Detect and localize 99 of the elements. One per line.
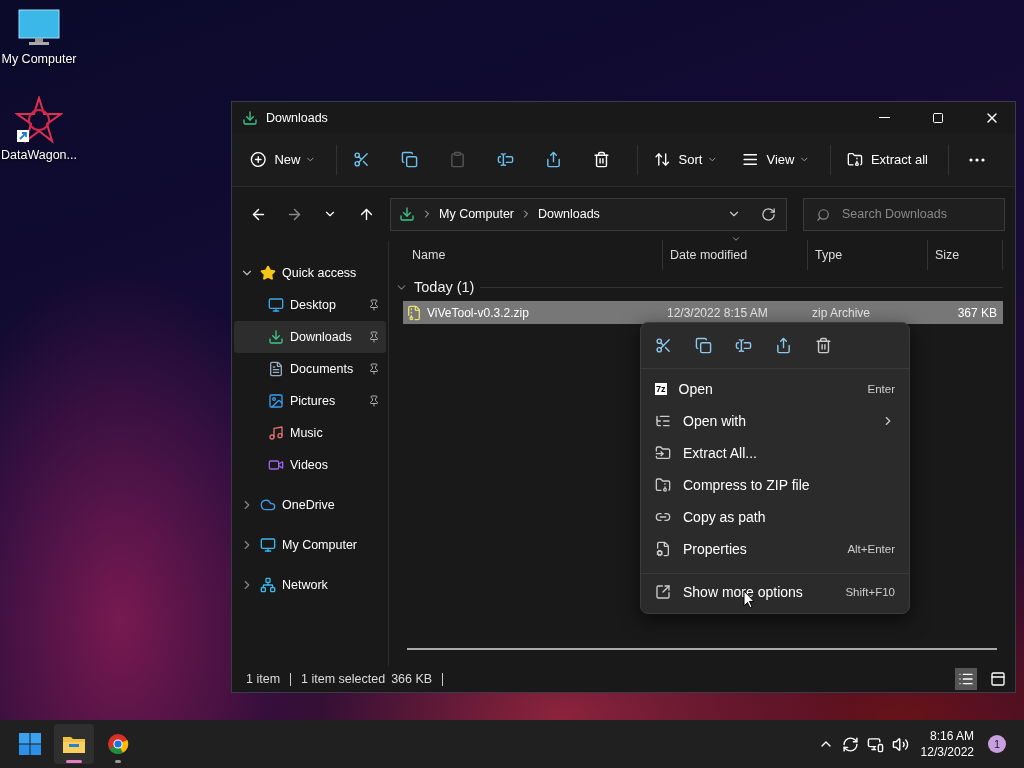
zip-file-icon: [406, 304, 422, 321]
sort-caret-icon: [731, 234, 741, 244]
pin-icon[interactable]: [368, 331, 380, 343]
clock[interactable]: 8:16 AM 12/3/2022: [920, 728, 974, 760]
lines-icon: [742, 151, 759, 168]
file-type: zip Archive: [811, 305, 872, 320]
music-icon: [268, 425, 284, 441]
archive-app-icon: 7z: [655, 383, 667, 395]
scissors-icon: [654, 337, 672, 354]
address-bar[interactable]: My Computer Downloads: [390, 197, 787, 231]
minimize-icon: [878, 117, 890, 118]
pin-icon[interactable]: [368, 363, 380, 375]
menu-item[interactable]: Compress to ZIP file: [641, 469, 909, 501]
group-header[interactable]: Today (1): [414, 279, 475, 295]
clipboard-icon: [449, 151, 467, 168]
file-explorer-button[interactable]: [54, 724, 94, 764]
menu-item[interactable]: 7z Open Enter: [641, 373, 909, 405]
breadcrumb[interactable]: Downloads: [538, 207, 600, 221]
picture-icon: [268, 393, 284, 409]
file-row[interactable]: ViVeTool-v0.3.2.zip 12/3/2022 8:15 AM zip Archive 367 KB: [403, 301, 1003, 324]
sidebar-item[interactable]: Documents: [234, 353, 386, 385]
network-icon[interactable]: [866, 735, 884, 753]
browser-icon: [107, 733, 129, 755]
extract-all-button[interactable]: Extract all: [839, 142, 936, 177]
column-header[interactable]: Date modified: [663, 240, 808, 270]
copy-icon: [401, 151, 419, 168]
column-header[interactable]: Size: [928, 240, 1003, 270]
desktop-icon-label: My Computer: [1, 52, 77, 66]
plus-circle-icon: [250, 151, 267, 168]
search-icon: [816, 207, 830, 222]
selection-size: 366 KB: [391, 672, 433, 686]
sort-button[interactable]: Sort: [646, 142, 727, 177]
scissors-icon: [353, 151, 371, 168]
monitor-icon: [268, 297, 284, 313]
download-icon: [399, 206, 415, 222]
sidebar-item[interactable]: My Computer: [234, 529, 386, 561]
monitor-icon: [260, 537, 276, 553]
windows-logo-icon: [19, 733, 41, 755]
breadcrumb[interactable]: My Computer: [439, 207, 515, 221]
share-icon: [545, 151, 563, 168]
window-title: Downloads: [266, 110, 329, 125]
notification-badge[interactable]: 1: [988, 735, 1006, 753]
refresh-icon[interactable]: [761, 206, 776, 222]
sidebar-item[interactable]: Quick access: [234, 257, 386, 289]
rename-icon: [497, 151, 515, 168]
speaker-icon[interactable]: [891, 735, 909, 753]
network-icon: [260, 577, 276, 593]
date-modified: 12/3/2022 8:15 AM: [666, 305, 769, 320]
star-shortcut-icon[interactable]: [15, 96, 63, 144]
download-icon: [268, 329, 284, 345]
selection-info: 1 item selected: [301, 672, 386, 686]
menu-item[interactable]: Open with: [641, 405, 909, 437]
video-icon: [268, 457, 284, 473]
desktop-icon-label: DataWagon...: [1, 148, 77, 162]
column-header[interactable]: Name: [405, 240, 663, 270]
monitor-icon[interactable]: [17, 8, 61, 48]
ellipsis-icon: [969, 157, 985, 162]
sidebar-item[interactable]: Network: [234, 569, 386, 601]
share-icon: [774, 337, 792, 354]
folder-icon: [655, 445, 671, 461]
trash-icon: [814, 337, 832, 354]
copy-icon: [694, 337, 712, 354]
list-icon: [655, 413, 671, 429]
column-header[interactable]: Type: [808, 240, 928, 270]
file-size: 367 KB: [956, 305, 998, 320]
new-button[interactable]: New: [242, 142, 325, 177]
list-icon: [958, 671, 974, 687]
folder-icon: [62, 734, 86, 754]
menu-item[interactable]: Extract All...: [641, 437, 909, 469]
sync-icon[interactable]: [841, 735, 859, 753]
cloud-icon: [260, 497, 276, 513]
rename-icon: [734, 337, 752, 354]
maximize-icon: [932, 111, 944, 124]
sidebar-item[interactable]: Music: [234, 417, 386, 449]
properties-icon: [655, 541, 671, 557]
archive-folder-icon: [655, 477, 671, 493]
sidebar-item[interactable]: Pictures: [234, 385, 386, 417]
document-icon: [268, 361, 284, 377]
menu-item[interactable]: Properties Alt+Enter: [641, 533, 909, 565]
expand-icon: [655, 583, 671, 600]
search-field[interactable]: Search Downloads: [803, 197, 1005, 231]
item-count: 1 item: [246, 672, 281, 686]
sort-icon: [654, 151, 671, 168]
menu-item[interactable]: Copy as path: [641, 501, 909, 533]
pin-icon[interactable]: [368, 299, 380, 311]
sidebar-item[interactable]: Downloads: [234, 321, 386, 353]
window-icon: [990, 671, 1006, 687]
trash-icon: [593, 151, 611, 168]
horizontal-scrollbar[interactable]: [407, 648, 997, 650]
details-view-button[interactable]: [955, 668, 977, 690]
sidebar-item[interactable]: Desktop: [234, 289, 386, 321]
view-button[interactable]: View: [734, 142, 819, 177]
star-icon: [260, 265, 276, 281]
sidebar-item[interactable]: Videos: [234, 449, 386, 481]
file-name: ViVeTool-v0.3.2.zip: [427, 305, 530, 320]
archive-folder-icon: [847, 151, 863, 168]
download-icon: [242, 109, 258, 126]
sidebar-item[interactable]: OneDrive: [234, 489, 386, 521]
pin-icon[interactable]: [368, 395, 380, 407]
